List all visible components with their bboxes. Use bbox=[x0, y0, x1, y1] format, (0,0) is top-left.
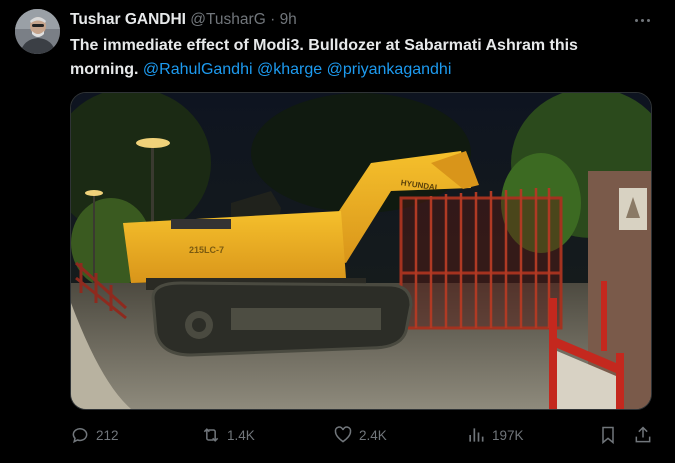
reply-button[interactable]: 212 bbox=[70, 420, 119, 450]
bulldozer-photo: 215LC-7 HYUNDAI bbox=[71, 93, 651, 409]
mention-link[interactable]: @kharge bbox=[257, 61, 322, 78]
mention-link[interactable]: @priyankagandhi bbox=[327, 61, 452, 78]
reply-icon bbox=[72, 428, 88, 444]
share-button[interactable] bbox=[633, 420, 653, 450]
share-icon bbox=[635, 426, 651, 443]
avatar[interactable] bbox=[15, 9, 60, 54]
bookmark-icon bbox=[602, 426, 614, 445]
avatar-image bbox=[15, 9, 60, 54]
tweet-card[interactable]: Tushar GANDHI @TusharG · 9h The immediat… bbox=[0, 0, 675, 463]
mention-link[interactable]: @RahulGandhi bbox=[143, 61, 253, 78]
tweet-photo[interactable]: 215LC-7 HYUNDAI bbox=[70, 92, 652, 410]
repost-icon bbox=[203, 428, 219, 442]
tweet-text: The immediate effect of Modi3. Bulldozer… bbox=[70, 34, 650, 82]
vehicle-model-decal: 215LC-7 bbox=[189, 245, 224, 255]
header-separator: · bbox=[270, 11, 276, 28]
bookmark-button[interactable] bbox=[598, 420, 618, 450]
views-icon bbox=[469, 428, 484, 442]
tweet-actions: 212 1.4K 2.4K 197K bbox=[70, 420, 655, 450]
like-button[interactable]: 2.4K bbox=[333, 420, 387, 450]
author-handle[interactable]: @TusharG bbox=[190, 11, 265, 28]
repost-button[interactable]: 1.4K bbox=[201, 420, 255, 450]
author-name[interactable]: Tushar GANDHI bbox=[70, 11, 186, 28]
heart-icon bbox=[334, 426, 352, 443]
like-count: 2.4K bbox=[359, 427, 387, 443]
reply-count: 212 bbox=[96, 427, 119, 443]
repost-count: 1.4K bbox=[227, 427, 255, 443]
tweet-header: Tushar GANDHI @TusharG · 9h bbox=[70, 11, 297, 31]
view-count: 197K bbox=[492, 427, 524, 443]
tweet-time[interactable]: 9h bbox=[280, 11, 297, 28]
views-button[interactable]: 197K bbox=[466, 420, 524, 450]
more-options-icon[interactable] bbox=[630, 10, 654, 30]
